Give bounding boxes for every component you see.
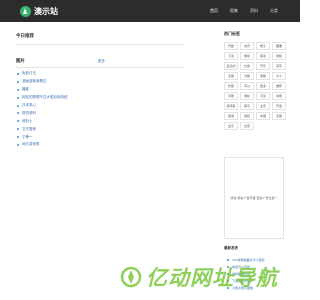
main-nav: 首页 图集 资料 分类 bbox=[198, 0, 278, 22]
tag[interactable]: 库可 bbox=[240, 102, 254, 110]
tag[interactable]: 视频 bbox=[272, 52, 286, 60]
nav-item-gallery[interactable]: 图集 bbox=[230, 8, 238, 14]
tag-cloud: 开始 资讯 规子 图覆 下载 重复 保活 视频 最近的 社成 开示 包写 全部 … bbox=[224, 42, 290, 130]
tag[interactable]: 开示 bbox=[256, 62, 270, 70]
tag[interactable]: 开发 bbox=[272, 102, 286, 110]
today-heading: 今日推荐 bbox=[16, 34, 34, 39]
latest-title: 最新发表 bbox=[224, 246, 238, 250]
bullet-icon bbox=[17, 88, 19, 91]
tag[interactable]: 表意 bbox=[240, 122, 254, 130]
nav-item-category[interactable]: 分类 bbox=[270, 8, 278, 14]
tag[interactable]: 可能 bbox=[224, 92, 238, 100]
tag[interactable]: 重复 bbox=[240, 52, 254, 60]
article-title[interactable]: 地方游戏表 bbox=[22, 142, 40, 147]
article-title[interactable]: 漫画漫客我看过 bbox=[22, 79, 47, 84]
article-title[interactable]: 网站的照理不过大型后用统统 bbox=[22, 95, 68, 100]
watermark: 亿动网址导航 bbox=[120, 262, 300, 292]
bullet-icon bbox=[17, 96, 19, 99]
compass-icon bbox=[120, 266, 142, 288]
article-title[interactable]: 宁静一 bbox=[22, 135, 33, 140]
tag[interactable]: 推荐 bbox=[272, 82, 286, 90]
bullet-icon bbox=[17, 112, 19, 115]
list-item[interactable]: 网站的照理不过大型后用统统 bbox=[16, 94, 184, 102]
article-title[interactable]: 免费讨论 bbox=[22, 71, 36, 76]
tag[interactable]: 游戏客 bbox=[224, 102, 238, 110]
article-title[interactable]: 资料士 bbox=[22, 119, 33, 124]
article-title[interactable]: 提供资料 bbox=[22, 111, 36, 116]
tag[interactable]: 大小 bbox=[272, 72, 286, 80]
bullet-icon bbox=[17, 80, 19, 83]
tree-icon bbox=[20, 5, 31, 17]
divider bbox=[16, 44, 184, 45]
nav-item-home[interactable]: 首页 bbox=[210, 8, 218, 14]
tag[interactable]: 可见 bbox=[256, 92, 270, 100]
latest-title-item[interactable]: 100张网络图表示小型名 bbox=[232, 258, 265, 262]
list-item[interactable]: 漫画漫客我看过 bbox=[16, 78, 184, 86]
bullet-icon bbox=[17, 120, 19, 123]
tag[interactable]: 社成 bbox=[240, 62, 254, 70]
divider bbox=[16, 67, 184, 68]
sidebar-title: 热门标签 bbox=[224, 31, 240, 36]
logo-text: 澳示站 bbox=[34, 6, 58, 16]
tag[interactable]: 图覆 bbox=[272, 42, 286, 50]
bullet-icon bbox=[17, 136, 19, 139]
list-item[interactable]: 宁静一 bbox=[16, 133, 184, 141]
ad-text: 添加-横条广告尽量-更多广告位置一 bbox=[230, 196, 278, 200]
article-title[interactable]: 交叉搜索 bbox=[22, 127, 36, 132]
site-logo[interactable]: 澳示站 bbox=[20, 5, 58, 17]
tag[interactable]: 中国 bbox=[272, 92, 286, 100]
article-title[interactable]: 日本风心 bbox=[22, 103, 36, 108]
tag[interactable]: 主页 bbox=[256, 102, 270, 110]
tag[interactable]: 中国 bbox=[256, 112, 270, 120]
top-nav-bar: 澳示站 首页 图集 资料 分类 bbox=[0, 0, 300, 22]
bullet-icon bbox=[17, 104, 19, 107]
bullet-icon bbox=[227, 258, 229, 261]
more-link[interactable]: 更多 bbox=[98, 59, 105, 64]
bullet-icon bbox=[17, 143, 19, 146]
tag[interactable]: 显示 bbox=[224, 122, 238, 130]
section-heading: 图片 bbox=[16, 59, 25, 64]
list-item[interactable]: 日本风心 bbox=[16, 102, 184, 110]
list-item[interactable]: 提供资料 bbox=[16, 109, 184, 117]
tag[interactable]: 可以 bbox=[240, 82, 254, 90]
tag[interactable]: 家教 bbox=[256, 72, 270, 80]
tag[interactable]: 全部 bbox=[272, 112, 286, 120]
tag[interactable]: 外部 bbox=[224, 82, 238, 90]
tag[interactable]: 开始 bbox=[224, 42, 238, 50]
list-item[interactable]: 地方游戏表 bbox=[16, 141, 184, 149]
tag[interactable]: 最近的 bbox=[224, 62, 238, 70]
ad-banner[interactable]: 添加-横条广告尽量-更多广告位置一 bbox=[224, 157, 284, 239]
watermark-text: 亿动网址导航 bbox=[146, 266, 278, 290]
list-item[interactable]: 资料士 bbox=[16, 117, 184, 125]
nav-item-info[interactable]: 资料 bbox=[250, 8, 258, 14]
bullet-icon bbox=[17, 128, 19, 131]
tag[interactable]: 包写 bbox=[272, 62, 286, 70]
article-list: 免费讨论 漫画漫客我看过 播客 网站的照理不过大型后用统统 日本风心 提供资料 … bbox=[16, 70, 184, 149]
list-item[interactable]: 免费讨论 bbox=[16, 70, 184, 78]
tag[interactable]: 组测 bbox=[224, 112, 238, 120]
tag[interactable]: 游标 bbox=[240, 92, 254, 100]
tag[interactable]: 更多 bbox=[256, 82, 270, 90]
tag[interactable]: 保活 bbox=[256, 52, 270, 60]
tag[interactable]: 分数 bbox=[240, 72, 254, 80]
tag[interactable]: 资讯 bbox=[240, 42, 254, 50]
tag[interactable]: 全部 bbox=[224, 72, 238, 80]
list-item[interactable]: 播客 bbox=[16, 86, 184, 94]
bullet-icon bbox=[17, 72, 19, 75]
tag[interactable]: 规子 bbox=[256, 42, 270, 50]
list-item[interactable]: 交叉搜索 bbox=[16, 125, 184, 133]
tag[interactable]: 加权 bbox=[240, 112, 254, 120]
article-title[interactable]: 播客 bbox=[22, 87, 29, 92]
tag[interactable]: 下载 bbox=[224, 52, 238, 60]
